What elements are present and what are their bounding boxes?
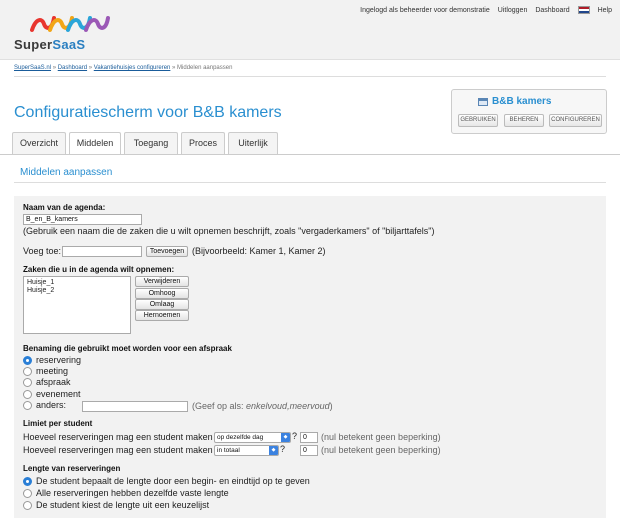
tab-overzicht[interactable]: Overzicht — [12, 132, 66, 154]
agenda-name[interactable]: B&B kamers — [492, 96, 551, 107]
resources-form: Naam van de agenda: B_en_B_kamers (Gebru… — [14, 196, 606, 518]
hint-prefix: (Geef op als: — [192, 401, 247, 411]
logo-word-super: Super — [14, 37, 53, 52]
question-mark: ? — [292, 431, 298, 441]
resources-listbox[interactable]: Huisje_1 Huisje_2 — [23, 276, 131, 334]
radio-reservering[interactable] — [23, 356, 32, 365]
chevron-updown-icon: ◆ — [269, 446, 278, 455]
breadcrumb-separator: » — [88, 65, 93, 71]
hint-suffix: ) — [329, 401, 333, 411]
top-header: SuperSaaS Ingelogd als beheerder voor de… — [0, 0, 620, 60]
length-label: Lengte van reserveringen — [23, 464, 121, 473]
tab-uiterlijk[interactable]: Uiterlijk — [228, 132, 278, 154]
logo-word-saas: SaaS — [52, 37, 86, 52]
other-naming-hint: (Geef op als: enkelvoud,meervoud) — [192, 401, 333, 411]
list-item[interactable]: Huisje_2 — [27, 287, 127, 295]
move-up-button[interactable]: Omhoog — [135, 288, 189, 299]
divider — [14, 182, 606, 183]
supersaas-logo-icon — [30, 16, 110, 32]
option-label: De student bepaalt de lengte door een be… — [36, 476, 310, 486]
agenda-panel: B&B kamers GEBRUIKEN BEHEREN CONFIGURERE… — [451, 89, 607, 134]
section-title: Middelen aanpassen — [20, 167, 113, 178]
list-item[interactable]: Huisje_1 — [27, 279, 127, 287]
logo-wordmark: SuperSaaS — [14, 37, 85, 52]
logged-in-link[interactable]: Ingelogd als beheerder voor demonstratie — [360, 7, 490, 14]
breadcrumb-current: » Middelen aanpassen — [172, 65, 233, 71]
tab-divider — [0, 154, 620, 155]
add-button[interactable]: Toevoegen — [146, 246, 188, 257]
radio-anders[interactable] — [23, 401, 32, 410]
logout-link[interactable]: Uitloggen — [498, 7, 528, 14]
option-label: afspraak — [36, 377, 71, 387]
move-down-button[interactable]: Omlaag — [135, 299, 189, 310]
radio-evenement[interactable] — [23, 390, 32, 399]
remove-button[interactable]: Verwijderen — [135, 276, 189, 287]
add-resource-input[interactable] — [62, 246, 142, 257]
hint-italic: enkelvoud,meervoud — [246, 401, 330, 411]
use-button[interactable]: GEBRUIKEN — [458, 114, 498, 127]
breadcrumb-config-link[interactable]: Vakantiehuisjes configureren — [94, 65, 171, 71]
help-link[interactable]: Help — [598, 7, 612, 14]
naming-label: Benaming die gebruikt moet worden voor e… — [23, 344, 232, 353]
breadcrumb-home-link[interactable]: SuperSaaS.nl — [14, 65, 51, 71]
configure-button[interactable]: CONFIGUREREN — [549, 114, 602, 127]
chevron-updown-icon: ◆ — [281, 433, 290, 442]
agenda-name-input[interactable]: B_en_B_kamers — [23, 214, 142, 225]
agenda-name-label: Naam van de agenda: — [23, 203, 106, 212]
limit-day-input[interactable]: 0 — [300, 432, 318, 443]
select-value: op dezelfde dag — [217, 434, 264, 441]
limit-hint: (nul betekent geen beperking) — [321, 432, 441, 442]
limit-hint: (nul betekent geen beperking) — [321, 445, 441, 455]
breadcrumb-separator: » — [52, 65, 57, 71]
breadcrumb-dashboard-link[interactable]: Dashboard — [58, 65, 87, 71]
rename-button[interactable]: Hernoemen — [135, 310, 189, 321]
radio-length-list[interactable] — [23, 501, 32, 510]
dashboard-link[interactable]: Dashboard — [535, 7, 569, 14]
select-value: in totaal — [217, 447, 240, 454]
option-label: Alle reserveringen hebben dezelfde vaste… — [36, 488, 229, 498]
supersaas-logo[interactable]: SuperSaaS — [14, 10, 114, 54]
option-label: meeting — [36, 366, 69, 376]
option-label: evenement — [36, 389, 81, 399]
limit-total-input[interactable]: 0 — [300, 445, 318, 456]
top-navigation: Ingelogd als beheerder voor demonstratie… — [352, 6, 612, 14]
limit-period-select[interactable]: op dezelfde dag ◆ — [214, 432, 291, 443]
divider — [14, 76, 606, 77]
add-label: Voeg toe: — [23, 246, 62, 256]
items-label: Zaken die u in de agenda wilt opnemen: — [23, 265, 175, 274]
question-mark: ? — [280, 444, 286, 454]
limit-label: Limiet per student — [23, 419, 93, 428]
add-example: (Bijvoorbeeld: Kamer 1, Kamer 2) — [192, 246, 326, 256]
limit-row-label: Hoeveel reserveringen mag een student ma… — [23, 432, 213, 442]
limit-total-select[interactable]: in totaal ◆ — [214, 445, 279, 456]
page-title: Configuratiescherm voor B&B kamers — [14, 104, 282, 121]
radio-afspraak[interactable] — [23, 378, 32, 387]
option-label: reservering — [36, 355, 82, 365]
calendar-icon — [478, 98, 488, 106]
breadcrumb: SuperSaaS.nl » Dashboard » Vakantiehuisj… — [14, 65, 232, 71]
agenda-name-hint: (Gebruik een naam die de zaken die u wil… — [23, 226, 435, 236]
option-label: De student kiest de lengte uit een keuze… — [36, 500, 210, 510]
manage-button[interactable]: BEHEREN — [504, 114, 544, 127]
limit-row-label: Hoeveel reserveringen mag een student ma… — [23, 445, 213, 455]
option-label: anders: — [36, 400, 67, 410]
other-naming-input[interactable] — [82, 401, 188, 412]
radio-length-free[interactable] — [23, 477, 32, 486]
netherlands-flag-icon[interactable] — [577, 6, 590, 14]
tab-proces[interactable]: Proces — [181, 132, 225, 154]
radio-length-fixed[interactable] — [23, 489, 32, 498]
tab-toegang[interactable]: Toegang — [124, 132, 178, 154]
radio-meeting[interactable] — [23, 367, 32, 376]
tab-middelen[interactable]: Middelen — [69, 132, 121, 155]
